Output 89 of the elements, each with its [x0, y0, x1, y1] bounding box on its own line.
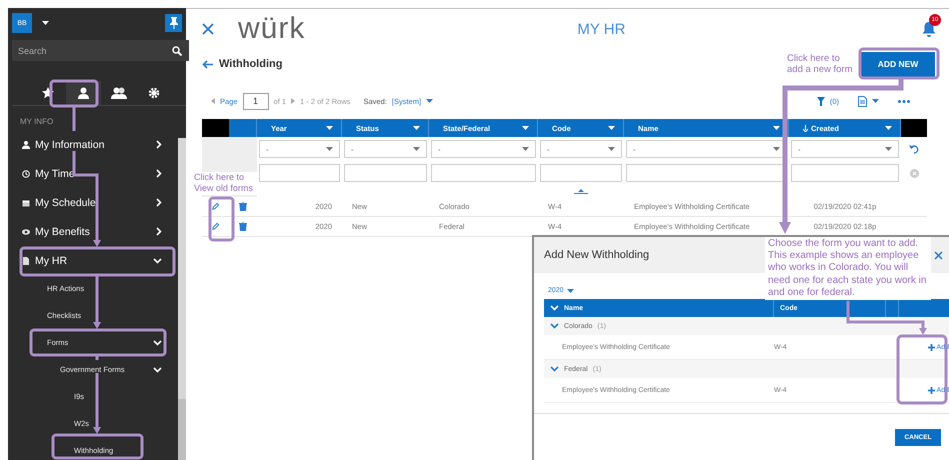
more-icon[interactable] — [898, 100, 910, 102]
calendar-icon — [22, 198, 30, 206]
nav-label: My Schedule — [35, 196, 97, 208]
chevron-down-icon — [550, 323, 559, 329]
star-icon — [42, 87, 54, 99]
logo: würk — [238, 12, 306, 46]
close-icon[interactable] — [202, 23, 214, 35]
group-icon — [110, 86, 127, 100]
trash-icon[interactable] — [239, 202, 247, 211]
document-icon[interactable] — [858, 96, 867, 106]
filter-input[interactable] — [431, 164, 536, 182]
nav-item[interactable]: My Benefits — [12, 217, 178, 246]
close-icon[interactable] — [934, 250, 943, 260]
settings-icon — [148, 87, 160, 99]
highlight-frame — [50, 80, 98, 108]
dropdown-caret-icon — [42, 21, 49, 25]
caret-icon — [522, 147, 529, 151]
section-title: Withholding — [219, 58, 282, 70]
filter-input[interactable] — [540, 164, 622, 182]
eye-icon — [22, 228, 30, 236]
caret-icon — [326, 126, 333, 130]
caret-icon — [608, 147, 615, 151]
caret-icon — [413, 147, 420, 151]
header-cell — [202, 119, 229, 137]
clock-icon — [22, 170, 30, 178]
caret-icon — [326, 147, 333, 151]
caret-icon — [773, 147, 780, 151]
caret-icon — [413, 126, 420, 130]
nav-item[interactable]: My Schedule — [12, 188, 178, 217]
back-arrow-icon[interactable] — [202, 60, 213, 68]
header-cell — [886, 299, 899, 317]
dialog-title: Add New Withholding — [544, 249, 650, 261]
next-icon[interactable] — [291, 98, 296, 104]
filter-input[interactable] — [344, 164, 427, 182]
caret-icon — [426, 99, 434, 103]
caret-icon — [872, 99, 879, 103]
plus-icon — [928, 344, 935, 350]
edit-icon[interactable] — [212, 222, 219, 231]
header-cell — [229, 119, 257, 137]
filter-icon[interactable] — [816, 96, 825, 106]
caret-icon — [566, 288, 574, 292]
nav-item[interactable]: My Information — [12, 130, 178, 159]
annotation-note: Click here to View old forms — [194, 172, 258, 194]
chevron-right-icon — [156, 227, 162, 236]
scrollbar[interactable] — [178, 138, 186, 460]
highlight-frame — [208, 196, 234, 242]
caret-icon — [522, 126, 529, 130]
nav-label: My Benefits — [35, 226, 91, 238]
nav-label: My HR — [35, 254, 68, 266]
filter-input[interactable] — [259, 164, 340, 182]
bell-icon[interactable] — [922, 21, 936, 37]
edit-icon[interactable] — [212, 202, 219, 211]
caret-icon — [885, 126, 892, 130]
filter-input[interactable] — [791, 164, 899, 182]
annotation-note: Click here to add a new form — [787, 52, 854, 76]
resize-handle-icon[interactable] — [574, 188, 588, 194]
previous-icon[interactable] — [211, 98, 215, 104]
chevron-down-icon — [153, 366, 162, 372]
pin-button[interactable] — [165, 14, 182, 32]
nav-item[interactable]: My HR — [12, 246, 178, 275]
chevron-right-icon — [156, 198, 162, 207]
chevron-right-icon — [156, 169, 162, 178]
chevron-down-icon — [153, 258, 162, 264]
undo-icon[interactable] — [909, 144, 919, 154]
document-icon — [22, 256, 30, 264]
chevron-down-icon — [550, 366, 559, 372]
add-new-button[interactable]: ADD NEW — [861, 52, 935, 76]
chevron-down-icon — [550, 305, 559, 311]
caret-icon — [773, 126, 780, 130]
highlight-frame — [896, 334, 948, 404]
nav-label: My Information — [35, 138, 106, 150]
person-icon — [22, 140, 30, 148]
page-input[interactable]: 1 — [242, 92, 269, 110]
header-cell — [899, 299, 949, 317]
plus-icon — [928, 386, 935, 394]
caret-icon — [885, 147, 892, 151]
trash-icon[interactable] — [239, 222, 247, 231]
caret-icon — [608, 126, 615, 130]
sort-arrow-icon — [803, 124, 808, 132]
section-label: MY INFO — [20, 117, 54, 126]
chevron-down-icon — [153, 340, 162, 346]
chevron-right-icon — [156, 140, 162, 149]
annotation-note: Choose the form you want to add. This example shows an employee who works in Colorado. You will need one for each state you work in and one for federal. — [765, 237, 931, 300]
person-icon — [76, 86, 90, 100]
pin-icon — [168, 17, 178, 29]
header-cell — [901, 119, 927, 137]
search-field[interactable]: Search — [12, 40, 189, 61]
annotation-arrow — [93, 276, 101, 329]
page-heading: MY HR — [577, 20, 626, 38]
